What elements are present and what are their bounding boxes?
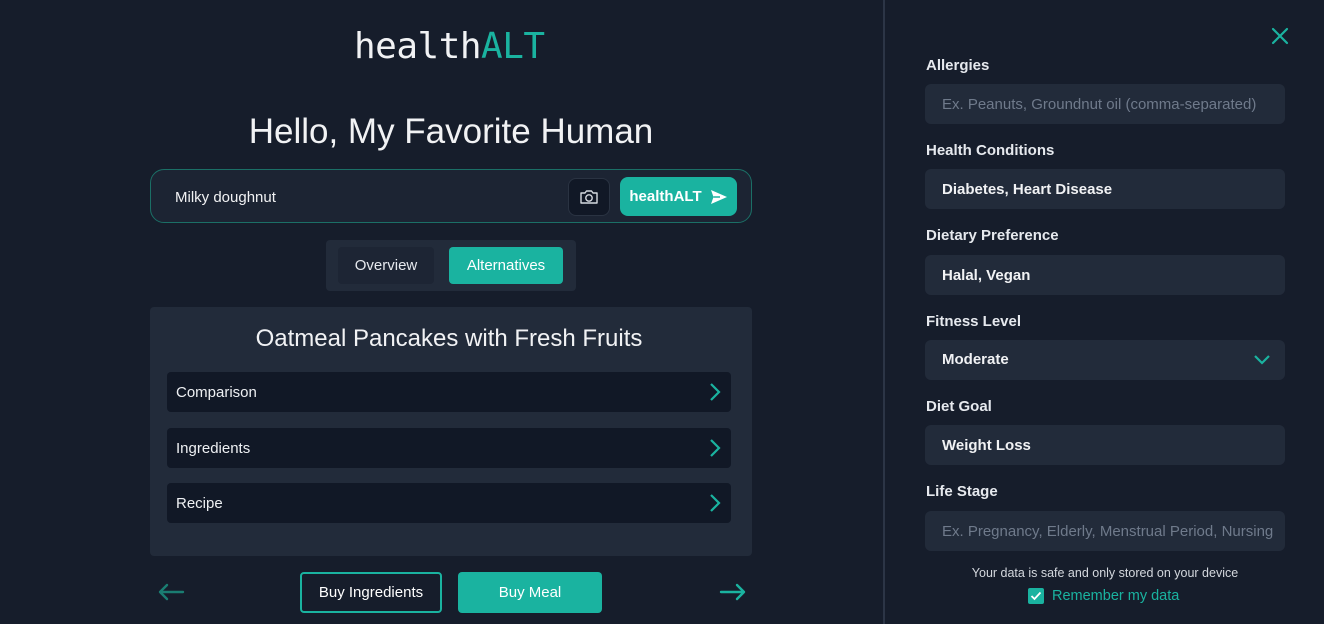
checkmark-icon xyxy=(1030,591,1042,601)
next-arrow-icon[interactable] xyxy=(718,580,748,604)
life-stage-label: Life Stage xyxy=(926,483,998,500)
fitness-level-label: Fitness Level xyxy=(926,313,1022,330)
close-icon[interactable] xyxy=(1269,25,1291,47)
search-input[interactable] xyxy=(167,182,557,212)
remember-data-toggle[interactable]: Remember my data xyxy=(1028,588,1179,604)
life-stage-field-wrap xyxy=(925,511,1285,551)
section-label: Ingredients xyxy=(176,439,251,457)
tab-alternatives[interactable]: Alternatives xyxy=(449,247,563,284)
profile-panel: Allergies Health Conditions Dietary Pref… xyxy=(885,0,1324,624)
chevron-right-icon xyxy=(710,383,721,401)
remember-checkbox[interactable] xyxy=(1028,588,1044,604)
send-icon xyxy=(710,189,727,204)
alternative-title: Oatmeal Pancakes with Fresh Fruits xyxy=(255,325,643,352)
main-area: healthALT Hello, My Favorite Human healt… xyxy=(0,0,884,624)
search-bar: healthALT xyxy=(150,169,752,223)
previous-arrow-icon[interactable] xyxy=(156,580,186,604)
diet-goal-field-wrap xyxy=(925,425,1285,465)
camera-icon xyxy=(580,190,598,204)
buy-meal-button[interactable]: Buy Meal xyxy=(458,572,602,613)
section-label: Comparison xyxy=(176,383,257,401)
section-recipe[interactable]: Recipe xyxy=(167,483,731,523)
submit-label: healthALT xyxy=(629,188,702,205)
camera-button[interactable] xyxy=(568,178,610,216)
diet-goal-input[interactable] xyxy=(925,425,1285,465)
life-stage-input[interactable] xyxy=(925,511,1285,551)
section-label: Recipe xyxy=(176,494,223,512)
app-logo[interactable]: healthALT xyxy=(354,26,545,67)
dietary-preference-input[interactable] xyxy=(925,255,1285,295)
allergies-label: Allergies xyxy=(926,57,990,74)
view-tabs: Overview Alternatives xyxy=(326,240,576,291)
health-conditions-input[interactable] xyxy=(925,169,1285,209)
chevron-right-icon xyxy=(710,494,721,512)
dietary-preference-field-wrap xyxy=(925,255,1285,295)
fitness-level-value: Moderate xyxy=(942,351,1009,368)
fitness-level-select[interactable]: Moderate xyxy=(925,340,1285,380)
allergies-field-wrap xyxy=(925,84,1285,124)
buy-ingredients-button[interactable]: Buy Ingredients xyxy=(300,572,442,613)
alternative-card: Oatmeal Pancakes with Fresh Fruits Compa… xyxy=(150,307,752,556)
health-conditions-label: Health Conditions xyxy=(926,142,1055,159)
healthalt-submit-button[interactable]: healthALT xyxy=(620,177,737,216)
chevron-right-icon xyxy=(710,439,721,457)
logo-text-alt: ALT xyxy=(481,26,545,67)
privacy-note: Your data is safe and only stored on you… xyxy=(971,566,1239,580)
section-comparison[interactable]: Comparison xyxy=(167,372,731,412)
dietary-preference-label: Dietary Preference xyxy=(926,227,1059,244)
page-title: Hello, My Favorite Human xyxy=(248,112,654,151)
allergies-input[interactable] xyxy=(925,84,1285,124)
remember-label: Remember my data xyxy=(1052,588,1180,604)
tab-overview[interactable]: Overview xyxy=(338,247,434,284)
diet-goal-label: Diet Goal xyxy=(926,398,992,415)
chevron-down-icon xyxy=(1254,355,1270,365)
health-conditions-field-wrap xyxy=(925,169,1285,209)
section-ingredients[interactable]: Ingredients xyxy=(167,428,731,468)
logo-text-health: health xyxy=(354,26,482,67)
